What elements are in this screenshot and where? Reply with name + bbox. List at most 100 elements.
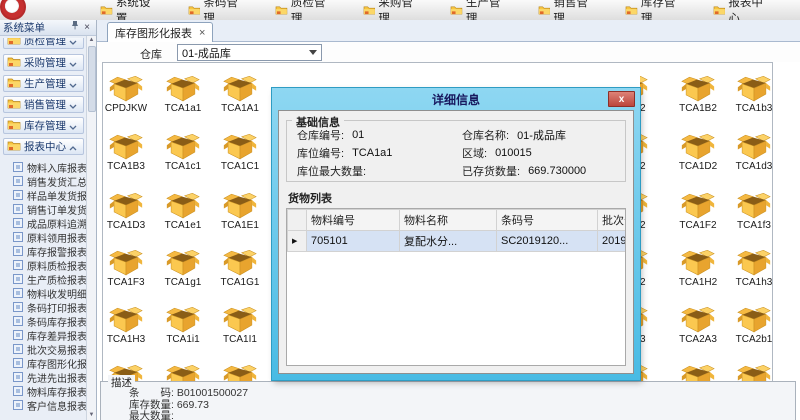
field-value: 01 xyxy=(352,129,364,141)
open-box-icon xyxy=(681,193,715,219)
tab-close-icon[interactable]: × xyxy=(199,28,205,38)
menu-item[interactable]: 销售管理 xyxy=(538,0,600,20)
storage-bin-cell[interactable]: TCA1f3 xyxy=(732,193,773,231)
report-icon xyxy=(13,218,23,228)
sidebar-group[interactable]: 销售管理 xyxy=(3,96,84,113)
dialog-close-button[interactable]: x xyxy=(608,91,635,107)
storage-bin-cell[interactable]: TCA2b1 xyxy=(732,307,773,345)
storage-bin-cell[interactable] xyxy=(732,365,773,382)
storage-bin-partial[interactable]: 2 xyxy=(640,76,652,114)
storage-bin-label: TCA2A3 xyxy=(676,334,720,345)
pin-icon[interactable] xyxy=(69,20,81,35)
storage-bin-cell[interactable]: TCA1H2 xyxy=(676,250,720,288)
storage-bin-cell[interactable]: TCA1E1 xyxy=(218,193,262,231)
sidebar-report-item[interactable]: 销售订单发货... xyxy=(0,202,87,216)
menu-item[interactable]: 质检管理 xyxy=(275,0,337,20)
scroll-up-icon[interactable]: ▲ xyxy=(87,36,96,45)
storage-bin-cell[interactable]: TCA1F2 xyxy=(676,193,720,231)
sidebar-report-item[interactable]: 条码打印报表 xyxy=(0,300,87,314)
sidebar-scrollbar[interactable]: ▲ ▼ xyxy=(86,36,96,420)
storage-bin-cell[interactable]: TCA1b3 xyxy=(732,76,773,114)
menu-item[interactable]: 报表中心 xyxy=(713,0,775,20)
open-box-icon xyxy=(737,134,771,160)
sidebar-report-item[interactable]: 样品单发货报表 xyxy=(0,188,87,202)
storage-bin-partial[interactable]: 2 xyxy=(640,134,652,172)
tab-label: 库存图形化报表 xyxy=(115,25,192,41)
storage-bin-cell[interactable]: CPDJKW xyxy=(104,76,148,114)
storage-bin-cell[interactable]: TCA1C1 xyxy=(218,134,262,172)
scroll-down-icon[interactable]: ▼ xyxy=(87,411,96,420)
menu-item[interactable]: 条码管理 xyxy=(188,0,250,20)
sidebar-report-item[interactable]: 先进先出报表 xyxy=(0,370,87,384)
storage-bin-cell[interactable]: TCA1h3 xyxy=(732,250,773,288)
sidebar-report-item[interactable]: 原料领用报表 xyxy=(0,230,87,244)
sidebar-report-item[interactable]: 生产质检报表 xyxy=(0,272,87,286)
storage-bin-cell[interactable]: TCA1e1 xyxy=(161,193,205,231)
storage-bin-cell[interactable]: TCA1a1 xyxy=(161,76,205,114)
goods-column-header[interactable]: 物料名称 xyxy=(400,210,497,231)
sidebar-report-item[interactable]: 库存差异报表 xyxy=(0,328,87,342)
storage-bin-partial[interactable] xyxy=(640,365,652,382)
sidebar-report-item[interactable]: 批次交易报表 xyxy=(0,342,87,356)
sidebar-report-item[interactable]: 库存图形化报表 xyxy=(0,356,87,370)
tab-inventory-graphic-report[interactable]: 库存图形化报表 × xyxy=(107,22,213,43)
warehouse-select[interactable]: 01-成品库 xyxy=(177,44,322,61)
storage-bin-label: TCA1H3 xyxy=(104,334,148,345)
storage-bin-cell[interactable]: TCA1D3 xyxy=(104,193,148,231)
storage-bin-cell[interactable]: TCA1F3 xyxy=(104,250,148,288)
storage-bin-partial[interactable]: 2 xyxy=(640,250,652,288)
goods-column-header[interactable]: 批次号 xyxy=(598,210,627,231)
storage-bin-cell[interactable]: TCA1H3 xyxy=(104,307,148,345)
storage-bin-cell[interactable]: TCA1B2 xyxy=(676,76,720,114)
field-label: 区域: xyxy=(462,145,487,161)
report-icon xyxy=(13,274,23,284)
storage-bin-label-fragment: 3 xyxy=(640,334,652,345)
menu-item[interactable]: 采购管理 xyxy=(363,0,425,20)
open-box-icon xyxy=(166,365,200,382)
sidebar-group[interactable]: 质检管理 xyxy=(3,38,84,49)
sidebar-group[interactable]: 报表中心 xyxy=(3,138,84,155)
menu-item[interactable]: 库存管理 xyxy=(625,0,687,20)
menu-item[interactable]: 系统设置 xyxy=(100,0,162,20)
storage-bin-cell[interactable] xyxy=(676,365,720,382)
report-item-label: 批次交易报表 xyxy=(27,342,87,357)
sidebar-group[interactable]: 库存管理 xyxy=(3,117,84,134)
sidebar-report-item[interactable]: 库存报警报表 xyxy=(0,244,87,258)
storage-bin-cell[interactable]: TCA1B3 xyxy=(104,134,148,172)
sidebar-report-item[interactable]: 条码库存报表 xyxy=(0,314,87,328)
goods-column-header[interactable]: 物料编号 xyxy=(307,210,400,231)
storage-bin-cell[interactable]: TCA1D2 xyxy=(676,134,720,172)
report-item-label: 条码打印报表 xyxy=(27,300,87,315)
sidebar-report-item[interactable]: 客户信息报表 xyxy=(0,398,87,412)
sidebar-report-item[interactable]: 物料收发明细... xyxy=(0,286,87,300)
sidebar-report-item[interactable]: 成品原料追溯... xyxy=(0,216,87,230)
storage-bin-cell[interactable]: TCA1I1 xyxy=(218,307,262,345)
sidebar-report-item[interactable]: 物料入库报表 xyxy=(0,160,87,174)
sidebar-close-icon[interactable]: × xyxy=(81,21,93,35)
sidebar-report-item[interactable]: 原料质检报表 xyxy=(0,258,87,272)
sidebar-group[interactable]: 生产管理 xyxy=(3,75,84,92)
storage-bin-partial[interactable]: 3 xyxy=(640,307,652,345)
sidebar-report-item[interactable]: 物料库存报表 xyxy=(0,384,87,398)
sidebar-report-item[interactable]: 销售发货汇总... xyxy=(0,174,87,188)
storage-bin-cell[interactable]: TCA1i1 xyxy=(161,307,205,345)
chevron-down-icon xyxy=(69,62,77,67)
scrollbar-thumb[interactable] xyxy=(88,46,96,112)
storage-bin-cell[interactable]: TCA1g1 xyxy=(161,250,205,288)
sidebar-group-label: 库存管理 xyxy=(24,118,69,133)
storage-bin-cell[interactable] xyxy=(218,365,262,382)
report-item-label: 销售发货汇总... xyxy=(27,174,87,189)
storage-bin-cell[interactable]: TCA1G1 xyxy=(218,250,262,288)
goods-column-header[interactable]: 条码号 xyxy=(497,210,598,231)
sidebar-group-partial[interactable]: 质检管理 xyxy=(3,38,84,50)
storage-bin-partial[interactable]: 2 xyxy=(640,193,652,231)
sidebar-group[interactable]: 采购管理 xyxy=(3,54,84,71)
storage-bin-cell[interactable]: TCA1c1 xyxy=(161,134,205,172)
menu-item[interactable]: 生产管理 xyxy=(450,0,512,20)
storage-bin-label-fragment: 2 xyxy=(640,161,652,172)
storage-bin-cell[interactable]: TCA2A3 xyxy=(676,307,720,345)
storage-bin-cell[interactable]: TCA1A1 xyxy=(218,76,262,114)
storage-bin-cell[interactable]: TCA1d3 xyxy=(732,134,773,172)
storage-bin-cell[interactable] xyxy=(161,365,205,382)
goods-table-row[interactable]: ▶705101复配水分...SC2019120...2019120503669.… xyxy=(288,231,627,252)
